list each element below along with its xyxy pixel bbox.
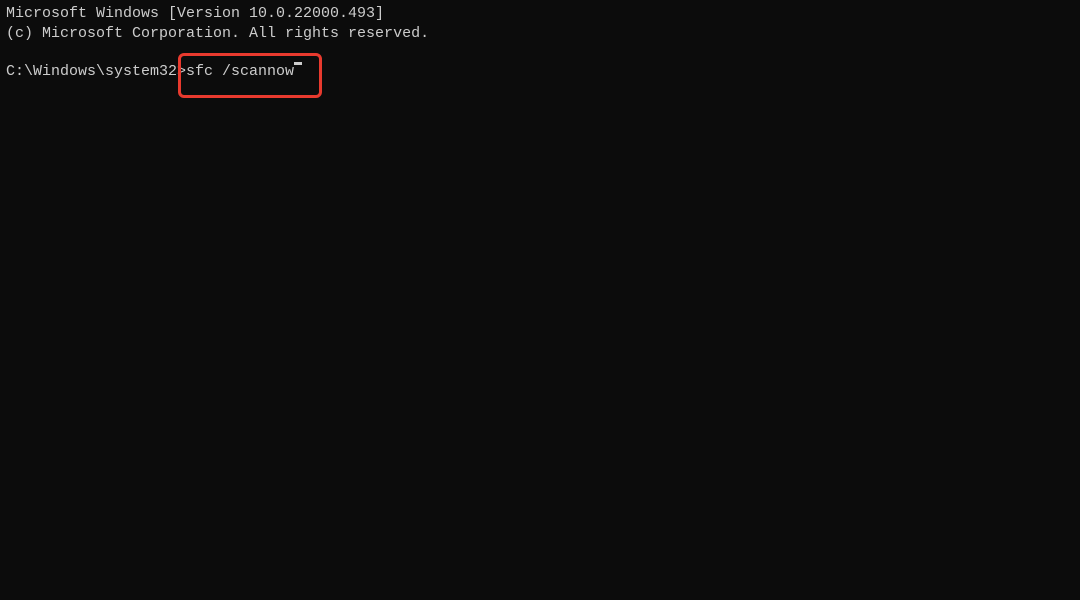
prompt-path: C:\Windows\system32>	[6, 62, 186, 82]
command-prompt-line[interactable]: C:\Windows\system32>sfc /scannow	[6, 62, 1074, 82]
text-cursor	[294, 62, 302, 65]
typed-command: sfc /scannow	[186, 62, 294, 82]
version-line: Microsoft Windows [Version 10.0.22000.49…	[6, 4, 1074, 24]
copyright-line: (c) Microsoft Corporation. All rights re…	[6, 24, 1074, 44]
